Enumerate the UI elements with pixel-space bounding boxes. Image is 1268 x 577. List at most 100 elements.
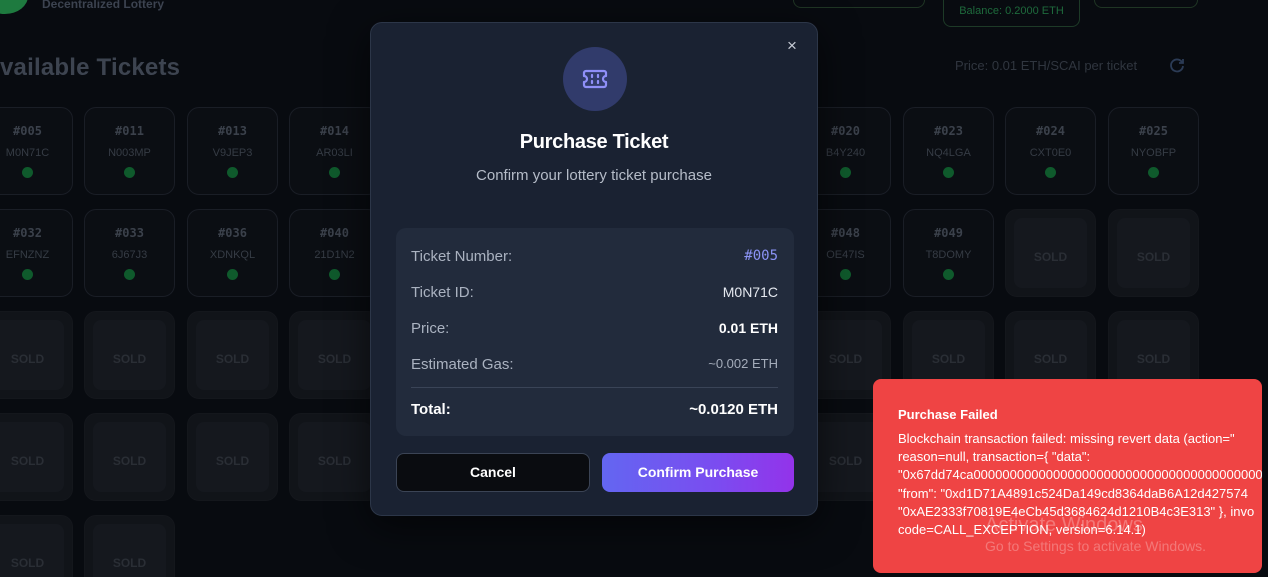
sold-label: SOLD: [10, 454, 45, 468]
ticket-id: 21D1N2: [314, 249, 355, 261]
ticket-card[interactable]: #032 EFNZNZ: [0, 209, 73, 297]
ticket-number: #024: [1036, 124, 1065, 138]
sold-ticket-card[interactable]: SOLD: [187, 413, 278, 501]
activate-windows-subtitle: Go to Settings to activate Windows.: [985, 538, 1206, 554]
available-status-dot: [22, 269, 33, 280]
ticket-number: #033: [115, 226, 144, 240]
sold-ticket-card[interactable]: SOLD: [289, 311, 380, 399]
ticket-id: V9JEP3: [212, 147, 253, 159]
available-status-dot: [22, 167, 33, 178]
total-label: Total:: [411, 401, 451, 418]
ticket-card[interactable]: #014 AR03LI: [289, 107, 380, 195]
ticket-card[interactable]: #033 6J67J3: [84, 209, 175, 297]
ticket-card[interactable]: #005 M0N71C: [0, 107, 73, 195]
wallet-button[interactable]: [1094, 0, 1198, 8]
ticket-number: #040: [320, 226, 349, 240]
sold-label: SOLD: [1136, 352, 1171, 366]
ticket-number-value: #005: [744, 248, 778, 264]
brand-subtitle: Decentralized Lottery: [42, 0, 165, 11]
ticket-id: XDNKQL: [209, 249, 256, 261]
ticket-number: #032: [13, 226, 42, 240]
refresh-icon[interactable]: [1168, 56, 1186, 74]
sold-ticket-card[interactable]: SOLD: [0, 413, 73, 501]
sold-ticket-card[interactable]: SOLD: [84, 515, 175, 577]
app-logo: [0, 0, 28, 14]
total-value: ~0.0120 ETH: [689, 401, 778, 418]
available-status-dot: [943, 167, 954, 178]
ticket-id: M0N71C: [5, 147, 50, 159]
ticket-id: CXT0E0: [1029, 147, 1072, 159]
ticket-number: #025: [1139, 124, 1168, 138]
section-title: vailable Tickets: [0, 54, 181, 81]
sold-ticket-card[interactable]: SOLD: [289, 413, 380, 501]
ticket-number: #036: [218, 226, 247, 240]
sold-label: SOLD: [215, 352, 250, 366]
sold-ticket-card[interactable]: SOLD: [187, 311, 278, 399]
sold-ticket-card[interactable]: SOLD: [1005, 209, 1096, 297]
toast-message-line: "0x67dd74ca00000000000000000000000000000…: [898, 467, 1262, 483]
ticket-id: T8DOMY: [925, 249, 972, 261]
ticket-icon-badge: [563, 47, 627, 111]
purchase-details: Ticket Number: #005 Ticket ID: M0N71C Pr…: [396, 228, 794, 436]
ticket-number: #049: [934, 226, 963, 240]
toast-title: Purchase Failed: [898, 407, 998, 422]
ticket-price-note: Price: 0.01 ETH/SCAI per ticket: [955, 58, 1138, 73]
app-page: Decentralized Lottery Balance: 0.2000 ET…: [0, 0, 1268, 577]
sold-label: SOLD: [112, 556, 147, 570]
purchase-modal: × Purchase Ticket Confirm your lottery t…: [370, 22, 818, 516]
ticket-number: #023: [934, 124, 963, 138]
ticket-id-label: Ticket ID:: [411, 284, 474, 301]
ticket-id: AR03LI: [316, 147, 353, 159]
ticket-number: #014: [320, 124, 349, 138]
available-status-dot: [227, 167, 238, 178]
available-status-dot: [329, 167, 340, 178]
modal-title: Purchase Ticket: [519, 131, 669, 153]
ticket-id-row: Ticket ID: M0N71C: [411, 284, 778, 304]
details-divider: [411, 387, 778, 388]
toast-message-line: "from": "0xd1D71A4891c524Da149cd8364daB6…: [898, 485, 1248, 501]
sold-label: SOLD: [931, 352, 966, 366]
ticket-number-label: Ticket Number:: [411, 248, 513, 265]
cancel-button[interactable]: Cancel: [396, 453, 590, 492]
sold-label: SOLD: [112, 352, 147, 366]
available-status-dot: [943, 269, 954, 280]
available-status-dot: [329, 269, 340, 280]
ticket-card[interactable]: #011 N003MP: [84, 107, 175, 195]
sold-label: SOLD: [317, 352, 352, 366]
ticket-card[interactable]: #025 NYOBFP: [1108, 107, 1199, 195]
price-row: Price: 0.01 ETH: [411, 320, 778, 340]
close-icon[interactable]: ×: [783, 37, 801, 55]
header-button[interactable]: [793, 0, 925, 8]
ticket-id: NYOBFP: [1130, 147, 1177, 159]
sold-label: SOLD: [112, 454, 147, 468]
ticket-id-value: M0N71C: [722, 284, 778, 300]
available-status-dot: [227, 269, 238, 280]
wallet-balance: Balance: 0.2000 ETH: [943, 0, 1080, 27]
available-status-dot: [1045, 167, 1056, 178]
ticket-card[interactable]: #023 NQ4LGA: [903, 107, 994, 195]
sold-label: SOLD: [1136, 250, 1171, 264]
toast-message-line: Blockchain transaction failed: missing r…: [898, 431, 1235, 446]
ticket-card[interactable]: #013 V9JEP3: [187, 107, 278, 195]
modal-subtitle: Confirm your lottery ticket purchase: [476, 167, 712, 184]
sold-label: SOLD: [215, 454, 250, 468]
ticket-card[interactable]: #024 CXT0E0: [1005, 107, 1096, 195]
available-status-dot: [840, 167, 851, 178]
sold-label: SOLD: [10, 352, 45, 366]
sold-ticket-card[interactable]: SOLD: [84, 413, 175, 501]
ticket-number-row: Ticket Number: #005: [411, 248, 778, 268]
available-status-dot: [124, 167, 135, 178]
sold-ticket-card[interactable]: SOLD: [1108, 209, 1199, 297]
sold-ticket-card[interactable]: SOLD: [0, 311, 73, 399]
ticket-card[interactable]: #036 XDNKQL: [187, 209, 278, 297]
price-value: 0.01 ETH: [718, 320, 778, 336]
available-status-dot: [1148, 167, 1159, 178]
sold-ticket-card[interactable]: SOLD: [84, 311, 175, 399]
sold-ticket-card[interactable]: SOLD: [0, 515, 73, 577]
ticket-card[interactable]: #049 T8DOMY: [903, 209, 994, 297]
gas-value: ~0.002 ETH: [708, 356, 778, 371]
confirm-purchase-button[interactable]: Confirm Purchase: [602, 453, 794, 492]
ticket-card[interactable]: #040 21D1N2: [289, 209, 380, 297]
toast-message-line: reason=null, transaction={ "data":: [898, 449, 1091, 465]
sold-label: SOLD: [317, 454, 352, 468]
